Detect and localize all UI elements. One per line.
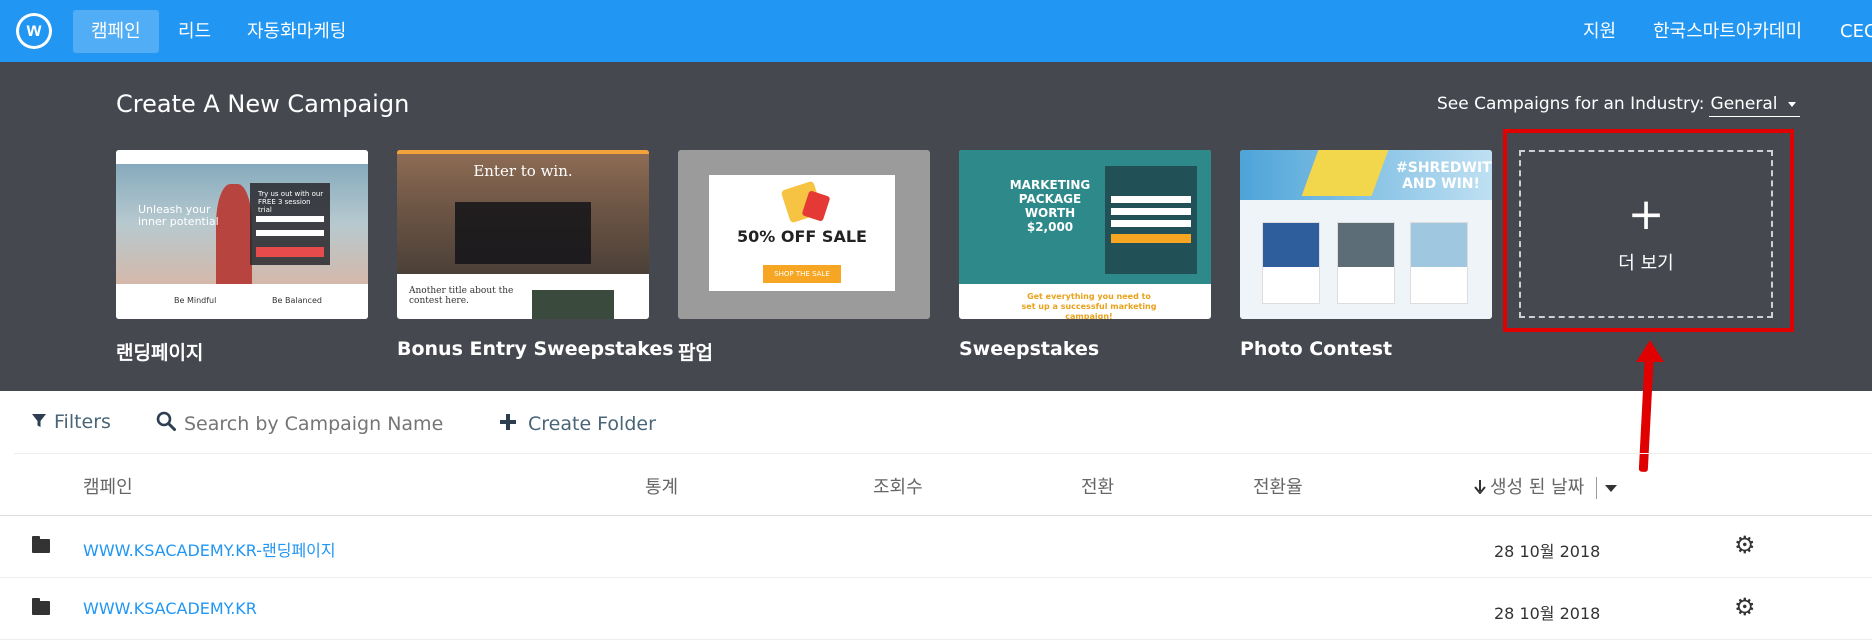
preview-photo-card — [1410, 222, 1468, 304]
preview-col1: Be Mindful — [174, 296, 217, 305]
create-folder-button[interactable]: Create Folder — [500, 411, 656, 436]
preview-form — [455, 202, 591, 264]
nav-support[interactable]: 지원 — [1583, 10, 1616, 53]
table-header: 캠페인 통계 조회수 전환 전환율 생성 된 날짜 — [0, 454, 1872, 516]
preview-figure — [216, 184, 252, 284]
created-date: 28 10월 2018 — [1494, 604, 1601, 623]
create-folder-label: Create Folder — [528, 412, 656, 435]
preview-field — [256, 230, 324, 236]
template-card-bonus-entry[interactable]: Enter to win. Another title about the co… — [397, 150, 649, 319]
preview-field — [256, 216, 324, 222]
industry-selector: See Campaigns for an Industry: General — [1437, 94, 1872, 117]
gear-icon[interactable]: ⚙ — [1734, 531, 1756, 559]
preview-stripe — [397, 150, 649, 154]
more-templates-button[interactable]: + 더 보기 — [1519, 150, 1773, 318]
preview-columns — [116, 284, 368, 319]
template-label-popup[interactable]: 팝업 — [678, 338, 713, 365]
preview-photo-card — [1262, 222, 1320, 304]
nav-campaigns[interactable]: 캠페인 — [73, 10, 159, 53]
preview-tagline: Get everything you need to set up a succ… — [1021, 292, 1157, 319]
logo-icon: w — [19, 16, 49, 46]
preview-field — [1111, 220, 1191, 227]
template-card-photo-contest[interactable]: #SHREDWITHPOWDER AND WIN! — [1240, 150, 1492, 319]
folder-icon — [32, 598, 50, 615]
col-created-date[interactable]: 생성 된 날짜 — [1474, 473, 1618, 499]
table-row[interactable]: WWW.KSACADEMY.KR 28 10월 2018 ⚙ — [0, 579, 1872, 640]
preview-field — [1111, 196, 1191, 203]
preview-trial: Try us out with our FREE 3 session trial — [258, 190, 324, 214]
col-views[interactable]: 조회수 — [873, 473, 923, 499]
created-date: 28 10월 2018 — [1494, 542, 1601, 561]
filter-icon — [32, 411, 46, 433]
section-title: Create A New Campaign — [116, 90, 410, 118]
folder-icon — [32, 536, 50, 553]
top-nav: w 캠페인 리드 자동화마케팅 지원 한국스마트아카데미 CEO — [0, 0, 1872, 62]
preview-popup: 50% OFF SALE SHOP THE SALE — [709, 175, 895, 291]
preview-headline: MARKETING PACKAGE WORTH $2,000 — [1009, 178, 1091, 234]
arrow-down-icon — [1474, 478, 1486, 499]
industry-dropdown[interactable]: General — [1708, 94, 1800, 117]
preview-shop-button: SHOP THE SALE — [763, 265, 841, 283]
filters-button[interactable]: Filters — [32, 411, 111, 433]
preview-headline: Unleash your inner potential — [138, 203, 219, 228]
campaign-name-link[interactable]: WWW.KSACADEMY.KR-랜딩페이지 — [83, 537, 336, 561]
nav-user[interactable]: CEO — [1840, 10, 1872, 53]
plus-icon: + — [1627, 189, 1665, 240]
preview-sale-text: 50% OFF SALE — [737, 227, 867, 246]
col-stats[interactable]: 통계 — [645, 473, 678, 499]
table-row[interactable]: WWW.KSACADEMY.KR-랜딩페이지 28 10월 2018 ⚙ — [0, 517, 1872, 578]
search-icon — [156, 411, 176, 436]
template-label-photo-contest[interactable]: Photo Contest — [1240, 338, 1392, 360]
search-input[interactable] — [184, 412, 454, 435]
logo[interactable]: w — [16, 13, 52, 49]
created-date-label: 생성 된 날짜 — [1490, 477, 1585, 498]
nav-automation[interactable]: 자동화마케팅 — [229, 10, 364, 53]
template-label-landing[interactable]: 랜딩페이지 — [116, 338, 203, 365]
nav-leads[interactable]: 리드 — [160, 10, 229, 53]
campaign-toolbar: Filters Create Folder — [14, 391, 1872, 454]
nav-account[interactable]: 한국스마트아카데미 — [1653, 10, 1802, 53]
plus-icon — [500, 411, 516, 436]
col-conversion-rate[interactable]: 전환율 — [1253, 473, 1303, 499]
sort-divider — [1596, 477, 1598, 499]
preview-field — [1111, 208, 1191, 215]
more-templates-label: 더 보기 — [1618, 253, 1674, 274]
gear-icon[interactable]: ⚙ — [1734, 593, 1756, 621]
preview-headline: #SHREDWITHPOWDER AND WIN! — [1396, 160, 1492, 192]
preview-header — [116, 150, 368, 164]
preview-subtitle: Another title about the contest here. — [409, 286, 514, 306]
preview-button — [256, 247, 324, 257]
col-campaign[interactable]: 캠페인 — [83, 473, 133, 499]
preview-photo-card — [1337, 222, 1395, 304]
template-label-bonus-entry[interactable]: Bonus Entry Sweepstakes — [397, 338, 674, 360]
template-card-popup[interactable]: 50% OFF SALE SHOP THE SALE — [678, 150, 930, 319]
preview-title: Enter to win. — [473, 162, 573, 180]
preview-thumb — [532, 290, 614, 319]
sort-caret-icon[interactable] — [1605, 484, 1618, 492]
template-card-landing[interactable]: Unleash your inner potential Try us out … — [116, 150, 368, 319]
campaign-name-link[interactable]: WWW.KSACADEMY.KR — [83, 599, 257, 618]
template-label-sweepstakes[interactable]: Sweepstakes — [959, 338, 1099, 360]
search-box[interactable] — [156, 411, 454, 436]
template-card-sweepstakes[interactable]: MARKETING PACKAGE WORTH $2,000 Get every… — [959, 150, 1211, 319]
industry-value: General — [1710, 94, 1778, 114]
filters-label: Filters — [54, 411, 111, 433]
col-conversions[interactable]: 전환 — [1081, 473, 1114, 499]
preview-button — [1111, 234, 1191, 243]
caret-down-icon — [1787, 101, 1796, 107]
industry-label: See Campaigns for an Industry: — [1437, 94, 1705, 114]
preview-col2: Be Balanced — [272, 296, 322, 305]
